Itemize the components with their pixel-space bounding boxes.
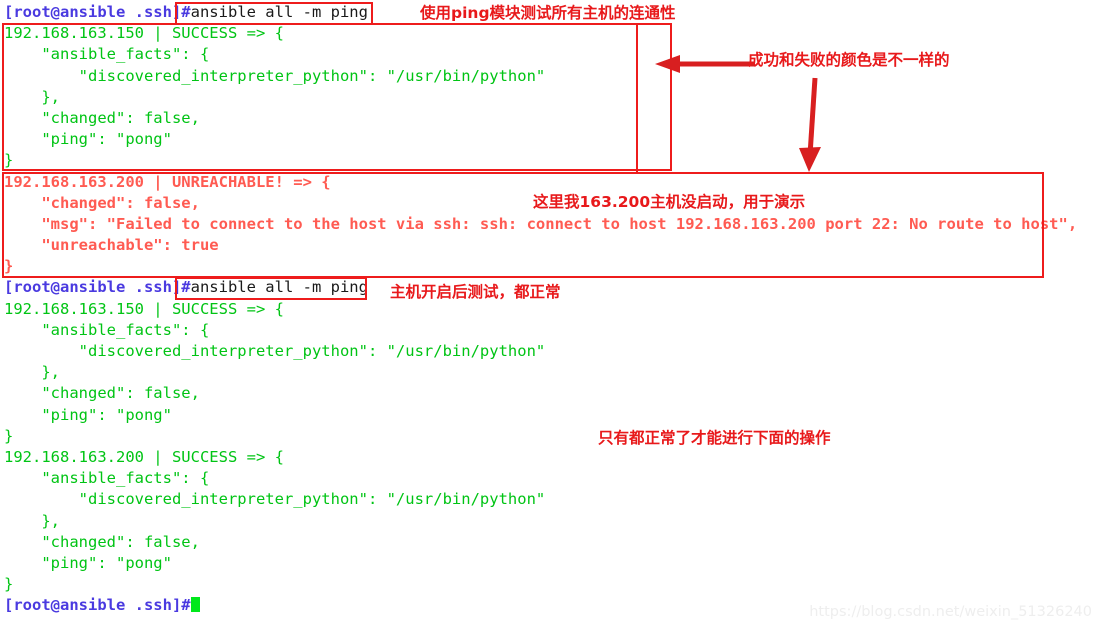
terminal-line: 192.168.163.200 | UNREACHABLE! => { [4,172,1100,193]
terminal-line: }, [4,87,1100,108]
terminal-line: [root@ansible .ssh]#ansible all -m ping [4,277,1100,298]
terminal-line: } [4,426,1100,447]
shell-prompt: [root@ansible .ssh]# [4,596,191,615]
output-line-success: } [4,426,14,445]
shell-command: ansible all -m ping [190,3,368,21]
terminal-line: "changed": false, [4,108,1100,129]
terminal-line: "discovered_interpreter_python": "/usr/b… [4,341,1100,362]
output-line-success: 192.168.163.200 | SUCCESS => { [4,447,284,466]
output-line-success: "ping": "pong" [4,405,172,424]
shell-prompt: [root@ansible .ssh]# [4,278,191,297]
terminal-line: "changed": false, [4,532,1100,553]
output-line-error: "unreachable": true [4,236,219,255]
output-line-success: 192.168.163.150 | SUCCESS => { [4,24,284,43]
terminal-line: "msg": "Failed to connect to the host vi… [4,214,1100,235]
terminal-line: "ansible_facts": { [4,44,1100,65]
output-line-error: "changed": false, [4,193,200,212]
output-line-success: "changed": false, [4,108,200,127]
terminal-line: 192.168.163.150 | SUCCESS => { [4,23,1100,44]
output-line-success: "ansible_facts": { [4,45,210,64]
output-line-success: "ping": "pong" [4,553,172,572]
terminal-line: } [4,256,1100,277]
terminal-line: 192.168.163.150 | SUCCESS => { [4,299,1100,320]
output-line-success: }, [4,87,60,106]
output-line-error: 192.168.163.200 | UNREACHABLE! => { [4,172,331,191]
terminal-line: }, [4,511,1100,532]
terminal-line: "ping": "pong" [4,405,1100,426]
output-line-error: "msg": "Failed to connect to the host vi… [4,214,1078,233]
terminal-output[interactable]: [root@ansible .ssh]#ansible all -m ping 1… [0,0,1100,624]
shell-command: ansible all -m ping [190,278,368,297]
terminal-line: 192.168.163.200 | SUCCESS => { [4,447,1100,468]
terminal-cursor [190,597,200,613]
terminal-line: }, [4,362,1100,383]
output-line-success: "discovered_interpreter_python": "/usr/b… [4,342,546,360]
output-line-success: "ansible_facts": { [4,469,210,488]
terminal-line: "discovered_interpreter_python": "/usr/b… [4,66,1100,87]
terminal-line: "unreachable": true [4,235,1100,256]
terminal-line: "ping": "pong" [4,129,1100,150]
output-line-success: } [4,151,14,170]
terminal-line: [root@ansible .ssh]# [4,595,1100,616]
output-line-error: } [4,257,14,276]
terminal-line: "ansible_facts": { [4,320,1100,341]
terminal-line: "changed": false, [4,193,1100,214]
terminal-line: } [4,574,1100,595]
terminal-line: "discovered_interpreter_python": "/usr/b… [4,489,1100,510]
output-line-success: "discovered_interpreter_python": "/usr/b… [4,66,546,85]
output-line-success: }, [4,363,60,382]
terminal-line: "ping": "pong" [4,553,1100,574]
output-line-success: }, [4,511,60,530]
terminal-line: [root@ansible .ssh]#ansible all -m ping [4,2,1100,23]
output-line-success: "ping": "pong" [4,130,172,149]
output-line-success: } [4,575,14,594]
terminal-line: "ansible_facts": { [4,468,1100,489]
output-line-success: "changed": false, [4,384,200,403]
output-line-success: "changed": false, [4,532,200,551]
output-line-success: 192.168.163.150 | SUCCESS => { [4,299,284,318]
shell-prompt: [root@ansible .ssh]# [4,3,191,21]
output-line-success: "discovered_interpreter_python": "/usr/b… [4,490,546,509]
terminal-line: } [4,150,1100,171]
terminal-line: "changed": false, [4,383,1100,404]
output-line-success: "ansible_facts": { [4,320,210,339]
